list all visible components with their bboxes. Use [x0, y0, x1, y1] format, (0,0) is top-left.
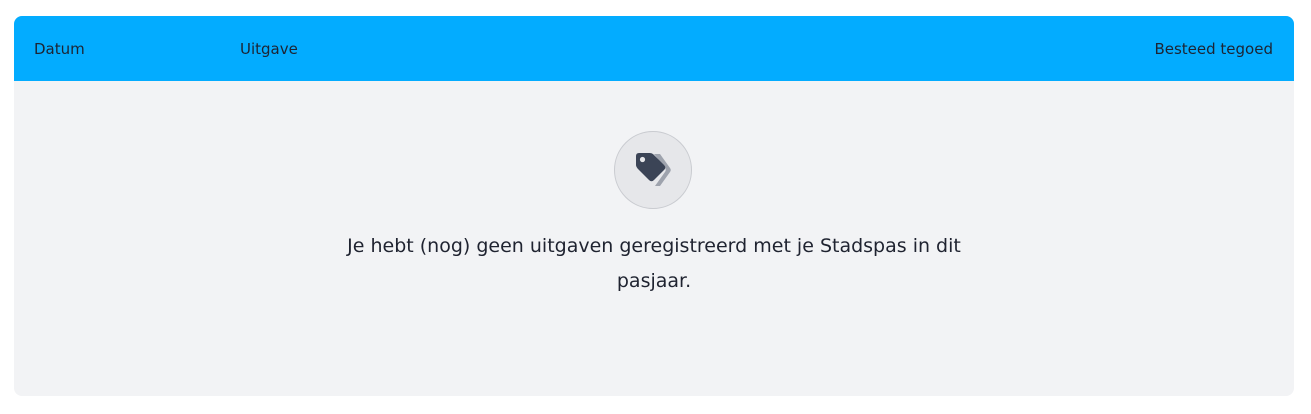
table-header: Datum Uitgave Besteed tegoed [14, 16, 1294, 81]
empty-state-message: Je hebt (nog) geen uitgaven geregistreer… [347, 235, 961, 292]
column-header-besteed-tegoed[interactable]: Besteed tegoed [1154, 40, 1273, 58]
spending-table: Datum Uitgave Besteed tegoed Je hebt (no… [14, 16, 1294, 396]
empty-state-icon-badge [614, 131, 692, 209]
tags-icon [636, 153, 671, 186]
column-header-uitgave[interactable]: Uitgave [240, 40, 298, 58]
column-header-datum[interactable]: Datum [34, 40, 85, 58]
empty-state: Je hebt (nog) geen uitgaven geregistreer… [14, 81, 1294, 396]
